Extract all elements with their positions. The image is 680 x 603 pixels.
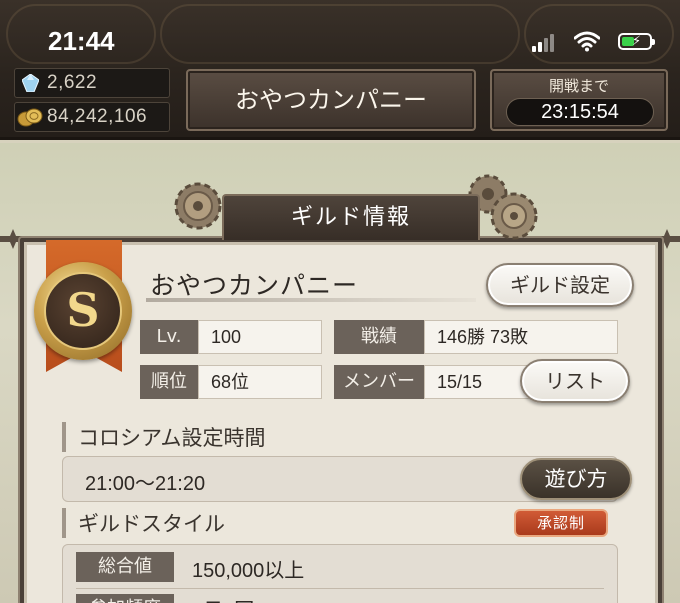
gem-counter: 2,622 [14,68,170,98]
colosseum-time: 21:00〜21:20 [85,473,206,495]
guild-emblem: S [34,262,132,360]
war-countdown-timer: 23:15:54 [506,98,654,126]
member-list-button[interactable]: リスト [520,359,630,403]
how-to-play-button[interactable]: 遊び方 [520,458,632,500]
gem-count: 2,622 [47,72,98,93]
record-label: 戦績 [334,320,424,354]
guild-name: おやつカンパニー [150,271,359,300]
rank-label: 順位 [140,365,198,399]
style-divider [76,588,604,589]
wifi-icon [574,31,600,52]
guild-style-heading: ギルドスタイル [62,508,225,538]
record-value: 146勝 73敗 [424,320,618,354]
colosseum-heading: コロシアム設定時間 [62,422,266,452]
status-icons: ⚡ [532,31,655,52]
gold-counter: 84,242,106 [14,102,170,132]
war-countdown-label: 開戦まで [548,77,609,95]
frequency-label: 参加頻度 [76,594,174,603]
status-time: 21:44 [48,26,115,56]
members-value: 15/15 [424,365,534,399]
war-countdown: 開戦まで 23:15:54 [490,69,668,131]
level-label: Lv. [140,320,198,354]
level-value: 100 [198,320,322,354]
coin-icon [17,108,43,127]
guild-name-underline [146,298,476,302]
total-power-value: 150,000以上 [192,560,305,582]
total-power-label: 総合値 [76,552,174,582]
battery-icon: ⚡ [618,33,655,50]
frequency-value: 1日1回 [192,594,254,603]
top-header: 21:44 ⚡ 2,622 84,242,106 おやつカンパニー 開戦まで 2… [0,0,680,140]
gem-icon [22,74,39,92]
guild-title-plate[interactable]: おやつカンパニー [186,69,476,131]
guild-settings-button[interactable]: ギルド設定 [486,263,634,307]
gold-count: 84,242,106 [47,106,148,127]
approval-badge: 承認制 [514,509,608,537]
panel-tab-title: ギルド情報 [222,194,480,240]
gear-icon [174,182,222,230]
header-ornament [160,4,520,64]
guild-emblem-letter: S [44,272,122,350]
members-label: メンバー [334,365,424,399]
rank-value: 68位 [198,365,322,399]
